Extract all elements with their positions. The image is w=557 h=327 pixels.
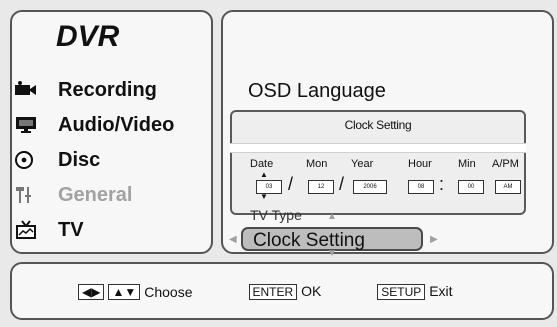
date-field[interactable]: 03 bbox=[256, 180, 282, 194]
footer-controls: ◀▶ ▲▼ Choose ENTER OK SETUP Exit bbox=[78, 283, 453, 300]
up-arrow-icon: ▲ bbox=[327, 211, 337, 222]
ok-control: ENTER OK bbox=[248, 283, 322, 300]
menu-label-general: General bbox=[58, 183, 133, 206]
disc-icon bbox=[14, 150, 38, 170]
hour-field[interactable]: 08 bbox=[408, 180, 434, 194]
year-header: Year bbox=[351, 158, 374, 170]
clock-dialog-title: Clock Setting bbox=[344, 118, 412, 132]
ampm-header: A/PM bbox=[492, 158, 519, 170]
dialog-divider bbox=[230, 143, 526, 153]
down-arrow-icon: ▼ bbox=[327, 248, 337, 259]
menu-item-recording[interactable]: Recording bbox=[14, 76, 157, 104]
choose-label: Choose bbox=[144, 283, 193, 300]
date-up-arrow-icon[interactable]: ▲ bbox=[260, 170, 268, 179]
menu-item-audio-video[interactable]: Audio/Video bbox=[14, 111, 174, 139]
arrow-keys-icon: ◀▶ bbox=[78, 283, 105, 300]
ok-label: OK bbox=[301, 283, 322, 299]
month-header: Mon bbox=[306, 158, 328, 170]
minute-header: Min bbox=[458, 158, 476, 170]
date-header: Date bbox=[250, 158, 274, 170]
osd-language-label[interactable]: OSD Language bbox=[248, 80, 386, 103]
monitor-icon bbox=[14, 115, 38, 135]
menu-item-tv[interactable]: TV bbox=[14, 216, 84, 244]
tv-icon bbox=[14, 220, 38, 240]
hour-header: Hour bbox=[408, 158, 432, 170]
exit-label: Exit bbox=[429, 283, 453, 299]
menu-item-disc[interactable]: Disc bbox=[14, 146, 100, 174]
choose-control: ◀▶ ▲▼ Choose bbox=[78, 283, 193, 300]
menu-label-disc: Disc bbox=[58, 148, 101, 171]
clock-setting-dialog: Clock Setting Date Mon Year Hour Min A/P… bbox=[230, 110, 526, 215]
menu-item-general[interactable]: General bbox=[14, 181, 132, 209]
year-field[interactable]: 2006 bbox=[353, 180, 387, 194]
general-settings-icon bbox=[14, 185, 38, 205]
exit-control: SETUP Exit bbox=[377, 283, 453, 300]
ampm-field[interactable]: AM bbox=[495, 180, 521, 194]
month-year-separator: / bbox=[339, 174, 345, 194]
setup-key: SETUP bbox=[377, 284, 426, 300]
date-month-separator: / bbox=[288, 174, 294, 194]
enter-key: ENTER bbox=[248, 284, 298, 300]
selected-item-label: Clock Setting bbox=[253, 230, 365, 251]
menu-label-tv: TV bbox=[58, 218, 84, 241]
tv-type-label[interactable]: TV Type bbox=[250, 207, 302, 223]
minute-field[interactable]: 00 bbox=[458, 180, 484, 194]
left-arrow-icon: ◀ bbox=[229, 234, 237, 245]
menu-label-recording: Recording bbox=[58, 78, 157, 101]
right-arrow-icon: ▶ bbox=[430, 234, 438, 245]
menu-label-audio-video: Audio/Video bbox=[58, 113, 175, 136]
app-title: DVR bbox=[56, 20, 120, 53]
hour-minute-separator: : bbox=[439, 174, 445, 194]
camcorder-icon bbox=[14, 80, 38, 100]
updown-keys-icon: ▲▼ bbox=[108, 283, 141, 300]
month-field[interactable]: 12 bbox=[308, 180, 334, 194]
